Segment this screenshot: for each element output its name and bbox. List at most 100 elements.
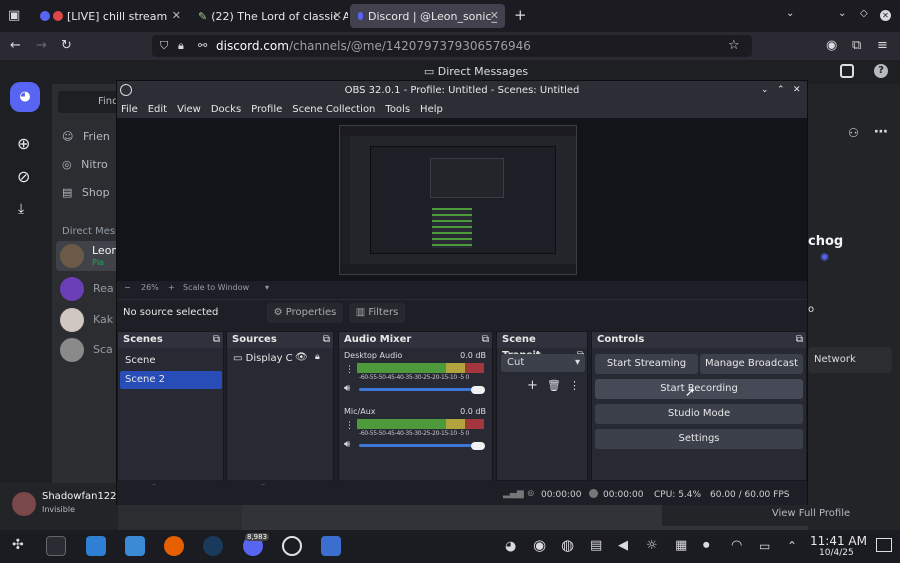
menu-scene-collection[interactable]: Scene Collection [292, 104, 375, 115]
menu-help[interactable]: Help [420, 104, 443, 115]
obs-maximize-icon[interactable]: ⌃ [777, 81, 785, 100]
maximize-window-icon[interactable]: ◇ [860, 9, 868, 19]
zoom-in-icon[interactable]: + [168, 281, 175, 295]
scene-item-selected[interactable]: Scene 2 [120, 371, 222, 389]
store-icon[interactable] [86, 536, 106, 556]
obs-close-icon[interactable]: ✕ [793, 81, 801, 100]
app-menu-icon[interactable]: ≡ [877, 39, 888, 52]
brightness-icon[interactable]: ☼ [646, 539, 658, 552]
dm-item-leon[interactable]: Leon Pla [56, 241, 120, 271]
volume-knob[interactable] [471, 386, 485, 394]
user-panel[interactable]: Shadowfan1220 Invisible [0, 483, 118, 530]
inbox-red-icon[interactable] [840, 64, 854, 78]
friends-nav[interactable]: ☺ Frien [62, 130, 110, 143]
view-full-profile-link[interactable]: View Full Profile [662, 502, 900, 526]
menu-edit[interactable]: Edit [148, 104, 167, 115]
file-manager-icon[interactable] [125, 536, 145, 556]
add-friend-icon[interactable]: ⚇ [848, 126, 859, 140]
mutual-network[interactable]: Network [808, 347, 892, 373]
menu-file[interactable]: File [121, 104, 138, 115]
eye-icon[interactable]: 👁︎ [295, 352, 308, 363]
help-icon[interactable]: ? [874, 64, 888, 78]
start-streaming-button[interactable]: Start Streaming [595, 354, 698, 374]
battery-icon[interactable]: ▭ [759, 540, 770, 552]
tab-live-stream[interactable]: [LIVE] chill stream ✕ [32, 4, 187, 28]
obs-tray-icon[interactable]: ◉ [533, 538, 546, 553]
obs-minimize-icon[interactable]: ⌄ [761, 81, 769, 100]
menu-docks[interactable]: Docks [211, 104, 241, 115]
dock-float-icon[interactable]: ⧉ [482, 332, 489, 348]
shield-icon[interactable]: ⛉ [160, 40, 168, 51]
add-server-icon[interactable]: ⊕ [17, 134, 30, 153]
steam-icon[interactable] [203, 536, 223, 556]
dock-float-icon[interactable]: ⧉ [213, 332, 220, 348]
tab-lord-classic[interactable]: ✎ (22) The Lord of classic A ✕ [190, 4, 348, 28]
sonic-app-icon[interactable] [321, 536, 341, 556]
microphone-icon[interactable]: ⏺ [703, 539, 710, 552]
properties-button[interactable]: ⚙ Properties [267, 303, 343, 323]
clipboard-icon[interactable]: ▤ [590, 539, 602, 552]
account-icon[interactable]: ◉ [826, 39, 837, 52]
discover-icon[interactable]: ⊘ [17, 167, 30, 186]
reload-icon[interactable]: ↻ [61, 39, 72, 52]
transition-select[interactable]: Cut ▾ [501, 354, 585, 372]
zoom-out-icon[interactable]: − [124, 281, 131, 295]
start-recording-button[interactable]: Start Recording [595, 379, 803, 399]
close-tab-icon[interactable]: ✕ [490, 9, 499, 22]
bookmark-star-icon[interactable]: ☆ [728, 39, 740, 52]
close-tab-icon[interactable]: ✕ [333, 9, 342, 22]
terminal-icon[interactable] [46, 536, 66, 556]
tray-expand-icon[interactable]: ⌃ [787, 540, 797, 552]
menu-profile[interactable]: Profile [251, 104, 282, 115]
obs-taskbar-icon[interactable] [282, 536, 302, 556]
speaker-icon[interactable]: 🔊︎ [344, 439, 350, 450]
steam-tray-icon[interactable]: ◍ [561, 538, 574, 553]
show-desktop-icon[interactable] [876, 538, 892, 552]
url-field[interactable]: ⛉ 🔒︎ ⚯ discord.com/channels/@me/14207973… [152, 35, 752, 57]
volume-slider[interactable] [359, 444, 479, 447]
list-tabs-chevron-icon[interactable]: ⌄ [786, 9, 794, 19]
speaker-icon[interactable]: 🔊︎ [344, 383, 350, 394]
nitro-nav[interactable]: ◎ Nitro [62, 158, 108, 171]
filters-button[interactable]: ▥ Filters [349, 303, 405, 323]
menu-tools[interactable]: Tools [385, 104, 410, 115]
tab-overview-icon[interactable]: ▣ [8, 9, 20, 22]
more-vertical-icon[interactable]: ⋮ [345, 365, 354, 375]
scale-mode-select[interactable]: Scale to Window [183, 281, 249, 295]
add-icon[interactable]: + [527, 378, 538, 393]
more-vertical-icon[interactable]: ⋮ [345, 421, 354, 431]
close-tab-icon[interactable]: ✕ [172, 9, 181, 22]
close-window-icon[interactable]: ✕ [880, 10, 891, 21]
source-item[interactable]: ▭ Display C 👁︎ 🔒︎ [233, 352, 333, 364]
new-tab-icon[interactable]: + [514, 8, 527, 23]
chevron-down-icon[interactable]: ▾ [265, 281, 269, 295]
settings-button[interactable]: Settings [595, 429, 803, 449]
volume-icon[interactable]: ◀ [618, 539, 628, 552]
app-launcher-icon[interactable]: ✣ [12, 538, 24, 552]
firefox-icon[interactable] [164, 536, 184, 556]
forward-icon[interactable]: → [36, 39, 47, 52]
wifi-icon[interactable]: ◠ [731, 539, 742, 552]
dock-float-icon[interactable]: ⧉ [323, 332, 330, 348]
volume-slider[interactable] [359, 388, 479, 391]
obs-preview[interactable] [117, 118, 807, 281]
shop-nav[interactable]: ▤ Shop [62, 186, 110, 199]
more-icon[interactable]: ⋯ [874, 124, 888, 140]
back-icon[interactable]: ← [10, 39, 21, 52]
dock-float-icon[interactable]: ⧉ [796, 332, 803, 348]
studio-mode-button[interactable]: Studio Mode [595, 404, 803, 424]
extensions-icon[interactable]: ⧉ [852, 39, 861, 52]
more-vertical-icon[interactable]: ⋮ [569, 379, 580, 392]
minimize-window-icon[interactable]: ⌄ [838, 9, 846, 19]
permissions-icon[interactable]: ⚯ [198, 40, 207, 51]
discord-home-icon[interactable]: ◕ [10, 82, 40, 112]
discord-tray-icon[interactable]: ◕ [505, 540, 516, 553]
clock-date[interactable]: 10/4/25 [819, 548, 854, 558]
clock-time[interactable]: 11:41 AM [810, 534, 867, 548]
trash-icon[interactable]: 🗑︎ [547, 379, 561, 392]
menu-view[interactable]: View [177, 104, 201, 115]
tab-discord[interactable]: Discord | @Leon_sonic_ ✕ [350, 4, 505, 28]
volume-knob[interactable] [471, 442, 485, 450]
storage-icon[interactable]: ▦ [675, 539, 687, 552]
download-icon[interactable]: ⤓ [18, 201, 24, 217]
